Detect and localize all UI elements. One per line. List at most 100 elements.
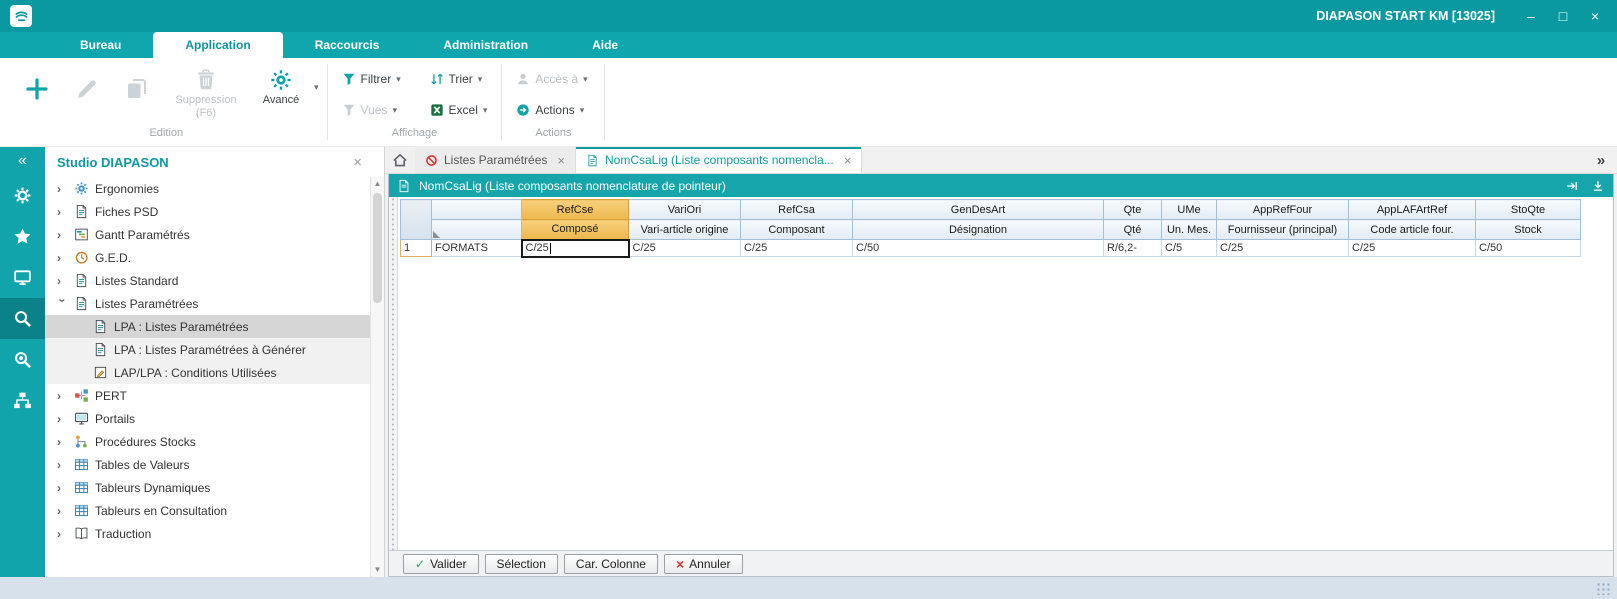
column-header-appreffour[interactable]: AppRefFour [1216,199,1349,220]
cell-r1-c5[interactable]: R/6,2- [1103,239,1162,257]
excel-dropdown-arrow[interactable]: ▾ [483,105,488,116]
filter-dropdown-arrow[interactable]: ▾ [396,74,401,85]
column-header-refcsa[interactable]: RefCsa [740,199,853,220]
tree-item-gantt-param-tr-s[interactable]: › Gantt Paramétrés [45,223,384,246]
menu-item-administration[interactable]: Administration [411,32,560,58]
grid-corner-cell[interactable] [400,199,432,240]
column-sublabel-blank[interactable] [431,219,522,240]
grid-vertical-scrollbar[interactable] [389,197,398,550]
column-sublabel-ume[interactable]: Un. Mes. [1161,219,1217,240]
actions-dropdown-arrow[interactable]: ▾ [580,105,585,116]
resize-grip[interactable] [1596,582,1612,595]
tab-close-icon[interactable]: × [557,153,565,168]
column-header-ume[interactable]: UMe [1161,199,1217,220]
cell-editor[interactable]: C/25 [520,238,630,258]
sort-dropdown-arrow[interactable]: ▾ [478,74,483,85]
panel-close-icon[interactable]: × [353,154,362,171]
goto-last-icon[interactable] [1565,179,1579,193]
panel-scrollbar[interactable]: ▲ ▼ [370,177,384,577]
column-header-stoqte[interactable]: StoQte [1475,199,1581,220]
chevron-right-icon[interactable]: › [57,274,68,288]
cell-r1-c8[interactable]: C/25 [1348,239,1476,257]
tree-item-pert[interactable]: › PERT [45,384,384,407]
tree-item-listes-standard[interactable]: › Listes Standard [45,269,384,292]
chevron-right-icon[interactable]: › [57,481,68,495]
column-sublabel-qte[interactable]: Qté [1103,219,1162,240]
menu-item-application[interactable]: Application [153,32,283,58]
scroll-up-icon[interactable]: ▲ [371,177,384,191]
chevron-down-icon[interactable]: › [56,298,70,309]
annuler-button[interactable]: × Annuler [663,553,743,574]
cell-r1-c9[interactable]: C/50 [1475,239,1581,257]
chevron-right-icon[interactable]: › [57,458,68,472]
tree-item-listes-param-tr-es[interactable]: › Listes Paramétrées [45,292,384,315]
chevron-right-icon[interactable]: › [57,435,68,449]
column-sublabel-refcsa[interactable]: Composant [740,219,853,240]
activity-item-monitor[interactable] [0,257,45,298]
tree-item-lap-lpa-conditions-utilis-es[interactable]: LAP/LPA : Conditions Utilisées [45,361,384,384]
column-header-gendesart[interactable]: GenDesArt [852,199,1104,220]
tree-item-lpa-listes-param-tr-es[interactable]: LPA : Listes Paramétrées [45,315,384,338]
chevron-right-icon[interactable]: › [57,228,68,242]
tree-item-g-e-d[interactable]: › G.E.D. [45,246,384,269]
chevron-right-icon[interactable]: › [57,504,68,518]
filter-button[interactable]: Filtrer ▾ [336,66,422,92]
activity-item-search[interactable] [0,298,45,339]
cell-r1-c0[interactable]: FORMATS [431,239,522,257]
tree-item-traduction[interactable]: › Traduction [45,522,384,545]
tree-item-tables-de-valeurs[interactable]: › Tables de Valeurs [45,453,384,476]
activity-item-star[interactable] [0,216,45,257]
column-sublabel-variori[interactable]: Vari-article origine [628,219,741,240]
menu-item-aide[interactable]: Aide [560,32,650,58]
valider-button[interactable]: ✓ Valider [403,553,479,574]
collapse-panel-button[interactable]: « [0,147,45,175]
column-header-variori[interactable]: VariOri [628,199,741,220]
row-header-1[interactable]: 1 [400,239,432,257]
column-sublabel-gendesart[interactable]: Désignation [852,219,1104,240]
scrollbar-thumb[interactable] [373,193,382,303]
chevron-right-icon[interactable]: › [57,205,68,219]
chevron-right-icon[interactable]: › [57,389,68,403]
tree-item-tableurs-dynamiques[interactable]: › Tableurs Dynamiques [45,476,384,499]
cell-r1-c7[interactable]: C/25 [1216,239,1349,257]
column-header-applafartref[interactable]: AppLAFArtRef [1348,199,1476,220]
tree-item-tableurs-en-consultation[interactable]: › Tableurs en Consultation [45,499,384,522]
excel-button[interactable]: Excel ▾ [424,97,494,123]
chevron-right-icon[interactable]: › [57,251,68,265]
tree-item-ergonomies[interactable]: › Ergonomies [45,177,384,200]
chevron-right-icon[interactable]: › [57,527,68,541]
column-header-refcse[interactable]: RefCse [521,199,629,220]
tree-item-proc-dures-stocks[interactable]: › Procédures Stocks [45,430,384,453]
tab-listes-param-tr-es[interactable]: Listes Paramétrées × [415,147,576,173]
chevron-right-icon[interactable]: › [57,412,68,426]
actions-button[interactable]: Actions ▾ [510,97,596,123]
column-sublabel-refcse[interactable]: Composé [521,219,629,240]
tree-item-fiches-psd[interactable]: › Fiches PSD [45,200,384,223]
column-sublabel-appreffour[interactable]: Fournisseur (principal) [1216,219,1349,240]
activity-item-sitemap[interactable] [0,380,45,421]
sort-button[interactable]: Trier ▾ [424,66,489,92]
minimize-button[interactable]: – [1519,8,1543,24]
tab-close-icon[interactable]: × [844,153,852,168]
cell-r1-c4[interactable]: C/50 [852,239,1104,257]
maximize-button[interactable]: □ [1551,8,1575,24]
activity-item-gear[interactable] [0,175,45,216]
cell-r1-c2[interactable]: C/25 [628,239,741,257]
tree-item-lpa-listes-param-tr-es-g-n-rer[interactable]: LPA : Listes Paramétrées à Générer [45,338,384,361]
tab-nomcsalig-liste-composants-nom[interactable]: NomCsaLig (Liste composants nomencla... × [575,147,863,173]
tree-item-portails[interactable]: › Portails [45,407,384,430]
add-button[interactable] [14,66,60,112]
cell-r1-c6[interactable]: C/5 [1161,239,1217,257]
menu-item-raccourcis[interactable]: Raccourcis [283,32,412,58]
s-lection-button[interactable]: Sélection [484,553,558,574]
export-icon[interactable] [1591,179,1605,193]
close-button[interactable]: × [1583,8,1607,24]
chevron-right-icon[interactable]: › [57,182,68,196]
activity-item-search-plus[interactable] [0,339,45,380]
column-sublabel-stoqte[interactable]: Stock [1475,219,1581,240]
tab-overflow-button[interactable]: » [1585,147,1617,173]
home-tab-button[interactable] [385,147,415,173]
menu-item-bureau[interactable]: Bureau [48,32,153,58]
cell-r1-c3[interactable]: C/25 [740,239,853,257]
column-sublabel-applafartref[interactable]: Code article four. [1348,219,1476,240]
